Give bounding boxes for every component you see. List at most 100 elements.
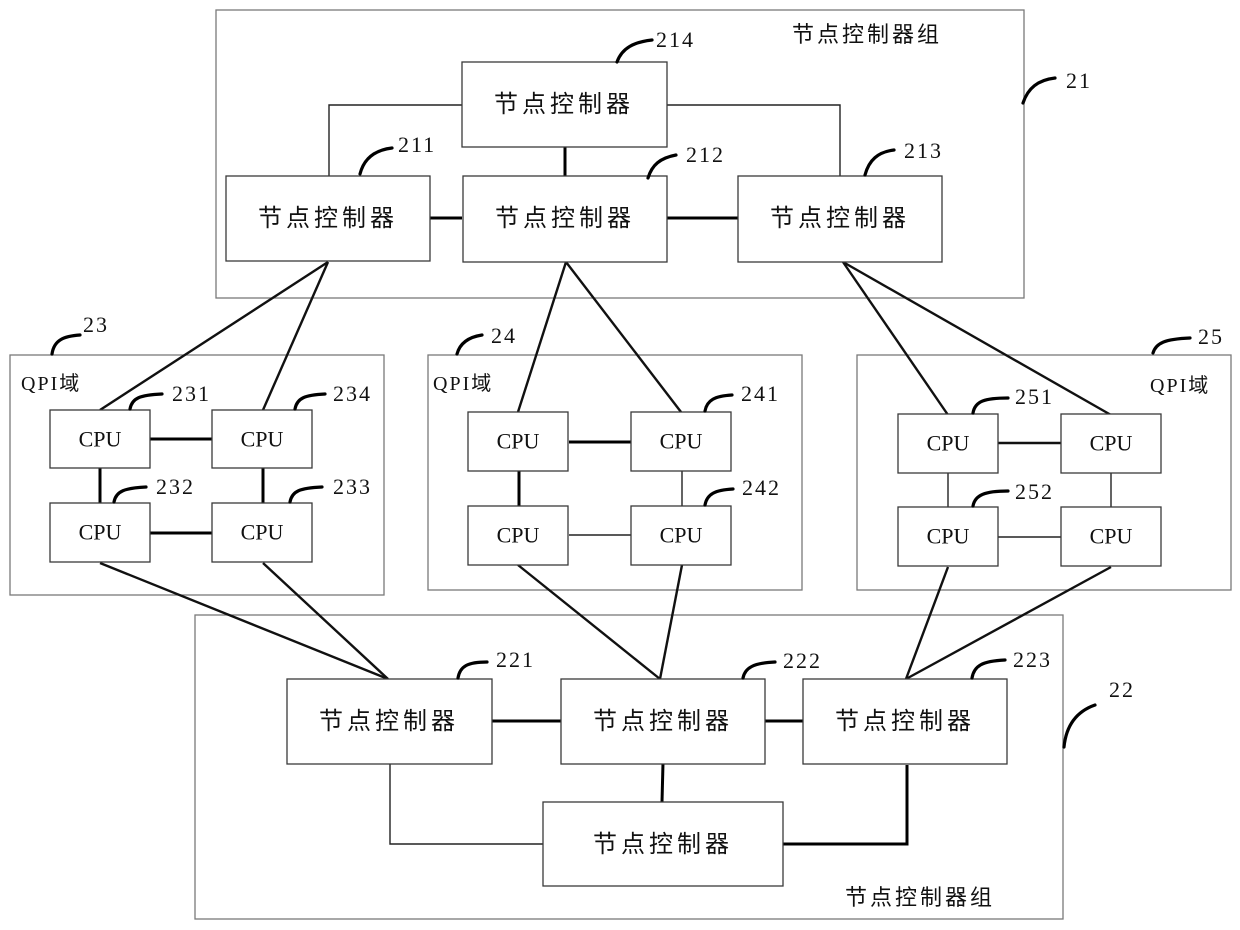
node-controller-211[interactable]: 节点控制器 <box>225 175 431 262</box>
link-cpu25d-223 <box>905 565 1112 681</box>
cpu-25-top-right-label: CPU <box>1090 431 1133 456</box>
link-211-214 <box>328 104 462 176</box>
node-controller-214[interactable]: 节点控制器 <box>461 61 668 148</box>
leader-212 <box>646 153 678 180</box>
leader-213 <box>863 148 896 177</box>
ref-231: 231 <box>172 381 211 406</box>
leader-222 <box>741 660 777 680</box>
cpu-231-label: CPU <box>79 427 122 452</box>
link-222-224 <box>660 762 665 803</box>
group-22-title: 节点控制器组 <box>845 886 995 911</box>
node-controller-212[interactable]: 节点控制器 <box>462 175 668 263</box>
node-controller-224-label: 节点控制器 <box>593 830 733 858</box>
node-controller-221[interactable]: 节点控制器 <box>286 678 493 765</box>
node-controller-222-label: 节点控制器 <box>593 707 733 735</box>
cpu-252[interactable]: CPU <box>897 506 999 567</box>
node-controller-212-label: 节点控制器 <box>495 204 635 232</box>
node-controller-223-label: 节点控制器 <box>835 707 975 735</box>
cpu-24-bottom-left[interactable]: CPU <box>467 505 569 566</box>
system-diagram: 节点控制器 节点控制器 节点控制器 节点控制器 节点控制器 节点控制器 节点控制… <box>9 9 1232 920</box>
link-211-cpu231 <box>99 260 329 412</box>
ref-214: 214 <box>656 27 695 52</box>
cpu-232-label: CPU <box>79 520 122 545</box>
link-212-cpu24a <box>516 261 568 413</box>
cpu-251[interactable]: CPU <box>897 413 999 474</box>
ref-25: 25 <box>1198 324 1224 349</box>
cpu-233-label: CPU <box>241 520 284 545</box>
cpu-234[interactable]: CPU <box>211 409 313 469</box>
cpu-241[interactable]: CPU <box>630 411 732 472</box>
cpu-242-label: CPU <box>660 523 703 548</box>
link-cpu242-222 <box>658 564 684 680</box>
ref-21: 21 <box>1066 68 1092 93</box>
qpi-domain-23-label: QPI域 <box>21 372 81 395</box>
ref-242: 242 <box>742 475 781 500</box>
node-controller-214-label: 节点控制器 <box>494 90 634 118</box>
link-cpu233-221 <box>262 562 389 680</box>
ref-251: 251 <box>1015 384 1054 409</box>
leader-25 <box>1151 336 1192 355</box>
leader-223 <box>970 658 1007 680</box>
link-221-224 <box>389 763 543 845</box>
leader-232 <box>112 485 148 504</box>
qpi-domain-24-label: QPI域 <box>433 372 493 395</box>
ref-233: 233 <box>333 474 372 499</box>
cpu-24-top-left-label: CPU <box>497 429 540 454</box>
leader-234 <box>293 392 327 411</box>
leader-221 <box>456 660 489 680</box>
group-21-title: 节点控制器组 <box>792 23 942 48</box>
leader-22 <box>1062 703 1097 749</box>
leader-214 <box>615 38 654 64</box>
leader-231 <box>128 392 164 411</box>
leader-241 <box>703 393 734 413</box>
link-224-223 <box>783 765 909 846</box>
link-cpu252-223 <box>904 566 950 680</box>
ref-213: 213 <box>904 138 943 163</box>
node-controller-221-label: 节点控制器 <box>319 707 459 735</box>
leader-251 <box>971 396 1010 415</box>
cpu-24-bottom-left-label: CPU <box>497 523 540 548</box>
leader-21 <box>1021 76 1057 105</box>
cpu-251-label: CPU <box>927 431 970 456</box>
cpu-234-label: CPU <box>241 427 284 452</box>
cpu-241-label: CPU <box>660 429 703 454</box>
link-cpu232-221 <box>99 561 389 681</box>
ref-221: 221 <box>496 647 535 672</box>
ref-212: 212 <box>686 142 725 167</box>
ref-24: 24 <box>491 323 517 348</box>
ref-241: 241 <box>741 381 780 406</box>
ref-223: 223 <box>1013 647 1052 672</box>
link-213-cpu25b <box>842 260 1112 417</box>
cpu-25-bottom-right-label: CPU <box>1090 524 1133 549</box>
leader-24 <box>455 333 484 356</box>
node-controller-223[interactable]: 节点控制器 <box>802 678 1008 765</box>
ref-252: 252 <box>1015 479 1054 504</box>
leader-23 <box>50 333 82 356</box>
cpu-242[interactable]: CPU <box>630 505 732 566</box>
link-213-cpu251 <box>842 261 949 416</box>
ref-234: 234 <box>333 381 372 406</box>
leader-233 <box>288 485 324 504</box>
node-controller-224[interactable]: 节点控制器 <box>542 801 784 887</box>
node-controller-211-label: 节点控制器 <box>258 204 398 232</box>
leader-252 <box>971 489 1010 508</box>
node-controller-213-label: 节点控制器 <box>770 204 910 232</box>
qpi-domain-25-label: QPI域 <box>1150 374 1210 397</box>
link-cpu24c-222 <box>517 564 661 680</box>
leader-211 <box>358 146 394 176</box>
node-controller-222[interactable]: 节点控制器 <box>560 678 766 765</box>
cpu-233[interactable]: CPU <box>211 502 313 563</box>
ref-211: 211 <box>398 132 436 157</box>
node-controller-213[interactable]: 节点控制器 <box>737 175 943 263</box>
cpu-231[interactable]: CPU <box>49 409 151 469</box>
leader-242 <box>703 487 735 507</box>
cpu-24-top-left[interactable]: CPU <box>467 411 569 472</box>
cpu-25-top-right[interactable]: CPU <box>1060 413 1162 474</box>
ref-23: 23 <box>83 312 109 337</box>
cpu-25-bottom-right[interactable]: CPU <box>1060 506 1162 567</box>
ref-222: 222 <box>783 648 822 673</box>
ref-22: 22 <box>1109 677 1135 702</box>
cpu-252-label: CPU <box>927 524 970 549</box>
cpu-232[interactable]: CPU <box>49 502 151 563</box>
ref-232: 232 <box>156 474 195 499</box>
